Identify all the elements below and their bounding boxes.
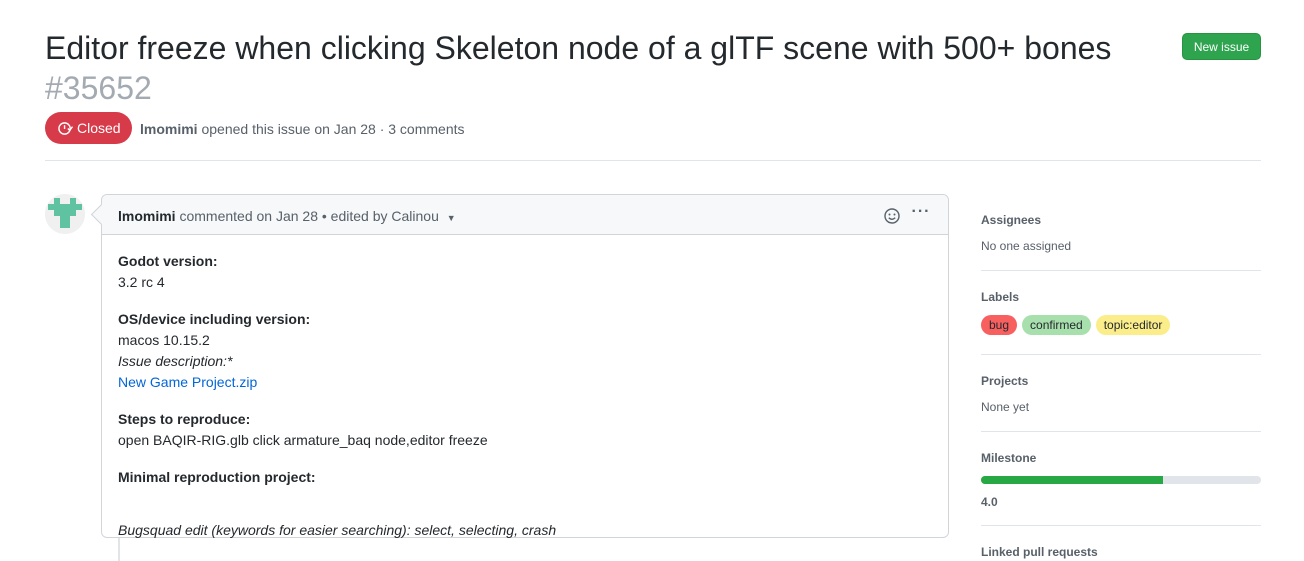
issue-meta: lmomimi opened this issue on Jan 28 · 3 …	[140, 121, 465, 137]
attachment-link[interactable]: New Game Project.zip	[118, 374, 257, 390]
os-value: macos 10.15.2	[118, 332, 210, 348]
comment-header: lmomimi commented on Jan 28 • edited by …	[102, 195, 948, 235]
sidebar-labels: Labels bug confirmed topic:editor	[981, 271, 1261, 354]
sidebar-milestone: Milestone 4.0	[981, 432, 1261, 525]
milestone-title[interactable]: Milestone	[981, 449, 1261, 467]
comment-header-meta: commented on Jan 28 • edited by Calinou	[179, 208, 439, 224]
issue-title: Editor freeze when clicking Skeleton nod…	[45, 30, 1112, 66]
state-badge-closed: Closed	[45, 112, 132, 144]
state-label: Closed	[77, 120, 121, 136]
label-topic-editor[interactable]: topic:editor	[1095, 315, 1171, 335]
new-issue-button[interactable]: New issue	[1182, 33, 1261, 60]
godot-version-heading: Godot version:	[118, 253, 218, 269]
label-confirmed[interactable]: confirmed	[1022, 315, 1091, 335]
sidebar: Assignees No one assigned Labels bug con…	[981, 194, 1261, 561]
milestone-link[interactable]: 4.0	[981, 493, 1261, 511]
steps-heading: Steps to reproduce:	[118, 411, 251, 427]
comment-header-text: lmomimi commented on Jan 28 • edited by …	[118, 208, 456, 224]
issue-meta-text: opened this issue on Jan 28 · 3 comments	[201, 121, 465, 137]
avatar[interactable]	[45, 194, 85, 234]
add-reaction-icon[interactable]	[884, 208, 900, 224]
godot-version-value: 3.2 rc 4	[118, 274, 165, 290]
label-list: bug confirmed topic:editor	[981, 315, 1261, 335]
timeline-line	[118, 538, 120, 561]
sidebar-projects: Projects None yet	[981, 355, 1261, 431]
os-heading: OS/device including version:	[118, 311, 311, 327]
steps-value: open BAQIR-RIG.glb click armature_baq no…	[118, 432, 488, 448]
linked-prs-title[interactable]: Linked pull requests	[981, 543, 1261, 561]
issue-author-link[interactable]: lmomimi	[140, 121, 198, 137]
edit-history-caret-icon[interactable]: ▼	[447, 213, 456, 223]
comment-author-link[interactable]: lmomimi	[118, 208, 176, 224]
sidebar-assignees: Assignees No one assigned	[981, 194, 1261, 270]
issue-comment: lmomimi commented on Jan 28 • edited by …	[101, 194, 949, 538]
labels-title[interactable]: Labels	[981, 288, 1261, 306]
milestone-progress-bar	[981, 476, 1261, 484]
label-bug[interactable]: bug	[981, 315, 1018, 335]
comment-body: Godot version: 3.2 rc 4 OS/device includ…	[118, 251, 938, 541]
projects-title[interactable]: Projects	[981, 372, 1261, 390]
bugsquad-note: Bugsquad edit (keywords for easier searc…	[118, 522, 557, 538]
milestone-progress-fill	[981, 476, 1163, 484]
assignees-value: No one assigned	[981, 239, 1072, 253]
sidebar-linked-prs: Linked pull requests	[981, 526, 1261, 561]
issue-description-label: Issue description:*	[118, 353, 233, 369]
minimal-project-heading: Minimal reproduction project:	[118, 469, 316, 485]
more-options-icon[interactable]: ···	[910, 204, 932, 225]
identicon-avatar-icon	[45, 194, 85, 234]
issue-number: #35652	[45, 70, 152, 106]
assignees-title[interactable]: Assignees	[981, 211, 1261, 229]
projects-value: None yet	[981, 400, 1030, 414]
header-divider	[45, 160, 1261, 161]
issue-closed-icon	[58, 121, 73, 135]
